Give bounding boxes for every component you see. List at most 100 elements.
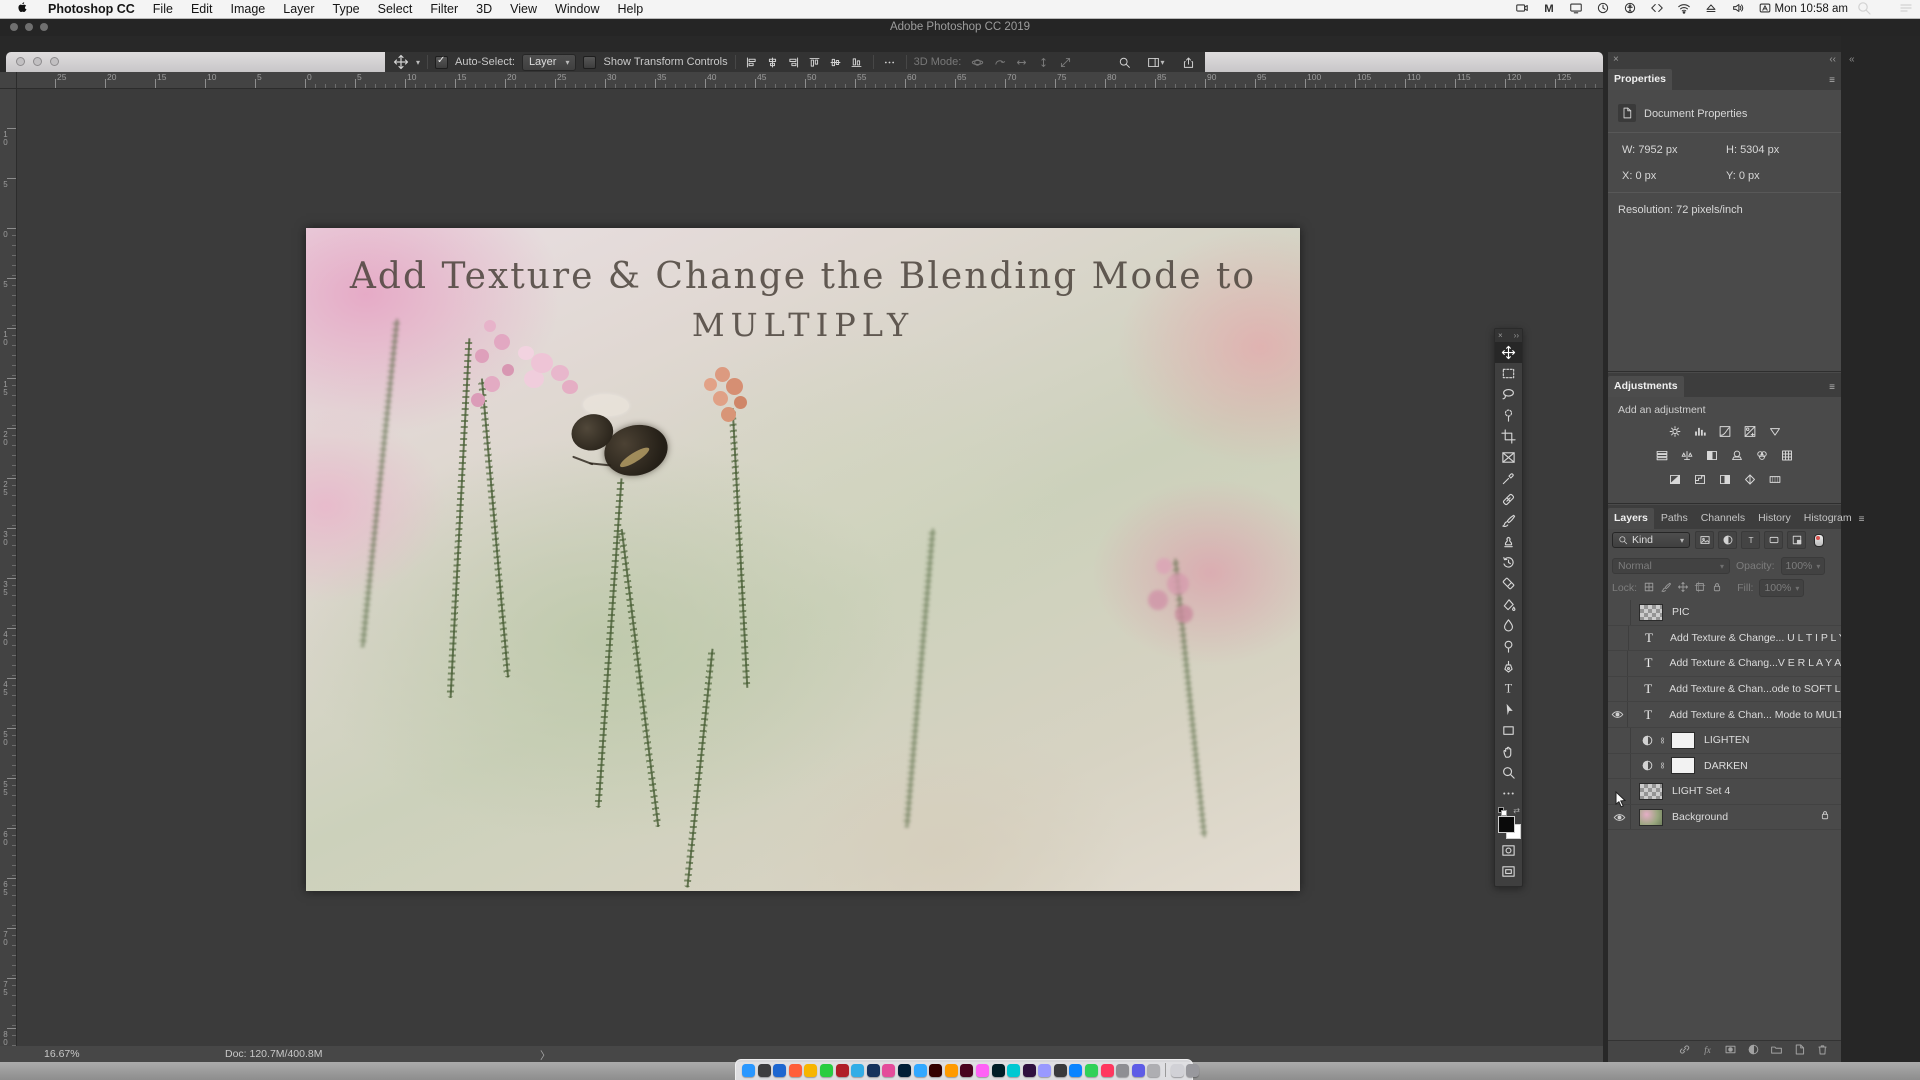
menu-item-type[interactable]: Type	[324, 2, 369, 16]
status-display[interactable]	[1569, 1, 1583, 18]
status-m-logo[interactable]: M	[1542, 1, 1556, 18]
document-titlebar-right[interactable]	[1205, 52, 1603, 72]
eyedropper-tool[interactable]	[1495, 468, 1522, 489]
status-volume[interactable]	[1731, 1, 1745, 18]
status-camera[interactable]	[1515, 1, 1529, 18]
workspace-switcher-button[interactable]: ▾	[1143, 54, 1169, 70]
exposure-button[interactable]	[1741, 424, 1758, 439]
menu-item-filter[interactable]: Filter	[421, 2, 467, 16]
width-field[interactable]: W: 7952 px	[1622, 144, 1677, 156]
dock-app-26[interactable]	[1132, 1064, 1145, 1077]
layer-visibility-toggle[interactable]	[1608, 702, 1628, 727]
threshold-button[interactable]	[1716, 472, 1733, 487]
menubar-clock[interactable]: Mon 10:58 am	[1772, 3, 1850, 15]
dock-app-12[interactable]	[914, 1064, 927, 1077]
dock-app-19[interactable]	[1023, 1064, 1036, 1077]
layer-visibility-toggle[interactable]	[1608, 626, 1629, 651]
dock-app-23[interactable]	[1085, 1064, 1098, 1077]
apple-menu[interactable]	[6, 1, 39, 17]
link-layers-button[interactable]	[1678, 1043, 1691, 1061]
tools-palette-header[interactable]: ×››	[1495, 329, 1522, 342]
swap-colors-icon[interactable]: ⇄	[1513, 806, 1520, 815]
dock-app-17[interactable]	[992, 1064, 1005, 1077]
window-controls[interactable]	[10, 23, 48, 31]
menu-item-help[interactable]: Help	[609, 2, 653, 16]
lasso-tool[interactable]	[1495, 384, 1522, 405]
dock-app-6[interactable]	[820, 1064, 833, 1077]
layer-row-lighten[interactable]: LIGHTEN	[1608, 728, 1841, 754]
vibrance-button[interactable]	[1766, 424, 1783, 439]
black-white-button[interactable]	[1704, 448, 1721, 463]
layer-row-background[interactable]: Background	[1608, 805, 1841, 831]
quick-selection-tool[interactable]	[1495, 405, 1522, 426]
status-accessibility[interactable]	[1623, 1, 1637, 18]
share-button[interactable]	[1179, 54, 1197, 70]
layer-visibility-toggle[interactable]	[1608, 779, 1631, 804]
menu-item-edit[interactable]: Edit	[182, 2, 222, 16]
dock-app-3[interactable]	[773, 1064, 786, 1077]
status-chevron-icon[interactable]: 〉	[540, 1048, 551, 1063]
gradient-tool[interactable]	[1495, 594, 1522, 615]
lock-lock-artboard-button[interactable]	[1694, 581, 1706, 596]
frame-tool[interactable]	[1495, 447, 1522, 468]
dock-app-13[interactable]	[929, 1064, 942, 1077]
dock-app-10[interactable]	[882, 1064, 895, 1077]
dock-app-9[interactable]	[867, 1064, 880, 1077]
hue-saturation-button[interactable]	[1654, 448, 1671, 463]
adjustment-layer-filter-button[interactable]	[1718, 531, 1737, 549]
posterize-button[interactable]	[1691, 472, 1708, 487]
align-top-edges-button[interactable]	[806, 54, 824, 70]
layer-filter-kind-dropdown[interactable]: Kind ▾	[1612, 532, 1690, 548]
menu-item-file[interactable]: File	[144, 2, 182, 16]
crop-tool[interactable]	[1495, 426, 1522, 447]
shape-layer-filter-button[interactable]	[1764, 531, 1783, 549]
brightness-contrast-button[interactable]	[1666, 424, 1683, 439]
dock-finder[interactable]	[742, 1064, 755, 1077]
history-brush-tool[interactable]	[1495, 552, 1522, 573]
menu-item-select[interactable]: Select	[369, 2, 422, 16]
selective-color-button[interactable]	[1741, 472, 1758, 487]
opacity-value[interactable]: 100%▾	[1781, 557, 1826, 575]
dock-app-25[interactable]	[1116, 1064, 1129, 1077]
eraser-tool[interactable]	[1495, 573, 1522, 594]
layer-name[interactable]: Background	[1672, 811, 1728, 823]
lock-lock-paint-button[interactable]	[1660, 581, 1672, 596]
dock-app-2[interactable]	[758, 1064, 771, 1077]
dock-app-5[interactable]	[804, 1064, 817, 1077]
gradient-map-button[interactable]	[1766, 472, 1783, 487]
layer-visibility-toggle[interactable]	[1608, 754, 1631, 779]
orbit-3d-camera-button[interactable]	[968, 54, 986, 70]
align-vertical-centers-button[interactable]	[827, 54, 845, 70]
path-selection-tool[interactable]	[1495, 699, 1522, 720]
tab-layers[interactable]: Layers	[1608, 508, 1654, 529]
height-field[interactable]: H: 5304 px	[1726, 144, 1779, 156]
y-field[interactable]: Y: 0 px	[1726, 170, 1760, 182]
layer-visibility-toggle[interactable]	[1608, 651, 1628, 676]
marquee-tool[interactable]	[1495, 363, 1522, 384]
dock-app-15[interactable]	[960, 1064, 973, 1077]
smart-object-filter-button[interactable]	[1787, 531, 1806, 549]
spot-healing-tool[interactable]	[1495, 489, 1522, 510]
dock-app-18[interactable]	[1007, 1064, 1020, 1077]
layer-row-add-texture-chan-mode-to-multiply[interactable]: TAdd Texture & Chan... Mode to MULTIPLY	[1608, 702, 1841, 728]
color-balance-button[interactable]	[1679, 448, 1696, 463]
clone-stamp-tool[interactable]	[1495, 531, 1522, 552]
dock-app-14[interactable]	[945, 1064, 958, 1077]
layer-name[interactable]: DARKEN	[1704, 760, 1748, 772]
hand-tool[interactable]	[1495, 741, 1522, 762]
panel-menu-icon[interactable]: ≡	[1829, 382, 1841, 397]
quick-mask-button[interactable]	[1495, 840, 1522, 861]
collapse-panels-icon[interactable]: ‹‹	[1829, 54, 1836, 65]
layer-row-add-texture-chan-ode-to-soft-light[interactable]: TAdd Texture & Chan...ode to SOFT LIGHT	[1608, 677, 1841, 703]
align-left-edges-button[interactable]	[743, 54, 761, 70]
status-wifi[interactable]	[1677, 1, 1691, 18]
dock-app-20[interactable]	[1038, 1064, 1051, 1077]
dodge-tool[interactable]	[1495, 636, 1522, 657]
new-adjustment-layer-button[interactable]	[1747, 1043, 1760, 1061]
layer-style-fx-button[interactable]: fx	[1701, 1043, 1714, 1061]
layer-thumbnail[interactable]	[1639, 604, 1663, 621]
tab-properties[interactable]: Properties	[1608, 69, 1672, 90]
close-icon[interactable]: ×	[1613, 54, 1619, 65]
horizontal-ruler[interactable]: 2520151050510152025303540455055606570758…	[16, 72, 1603, 89]
roll-3d-camera-button[interactable]	[990, 54, 1008, 70]
